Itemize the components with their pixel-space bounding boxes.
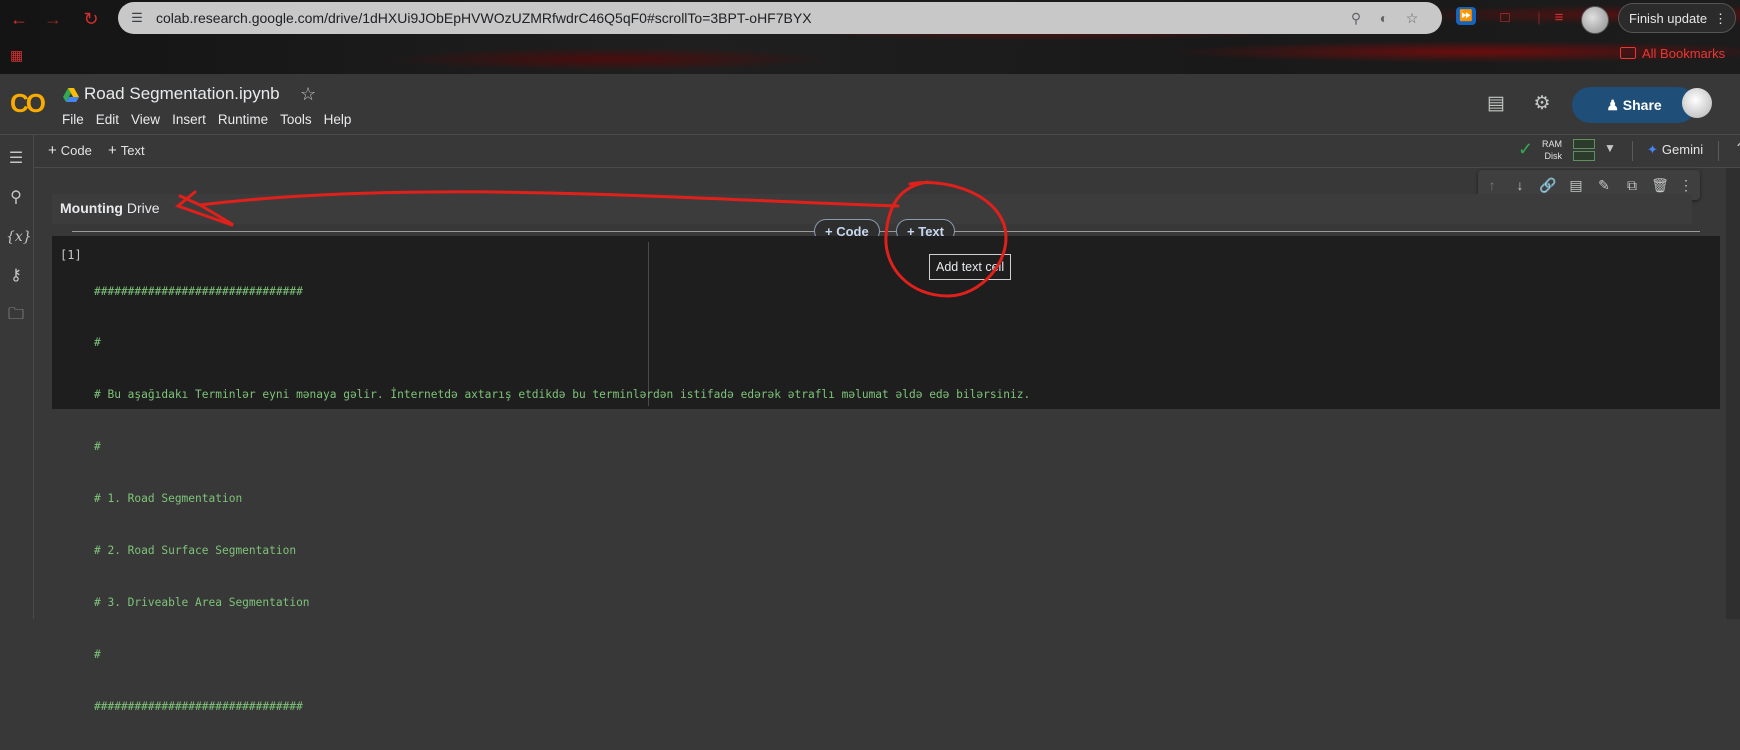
- add-code-button[interactable]: + Code: [48, 142, 92, 159]
- code-line: # Bu aşağıdakı Terminlər eyni mənaya gəl…: [94, 388, 1031, 402]
- disk-meter[interactable]: [1573, 151, 1595, 161]
- move-up-icon[interactable]: ↑: [1482, 175, 1502, 195]
- code-line: # 2. Road Surface Segmentation: [94, 544, 297, 558]
- search-icon[interactable]: ⚲: [6, 188, 26, 208]
- back-arrow-icon[interactable]: ←: [8, 8, 30, 30]
- gemini-button[interactable]: ✦ Gemini: [1647, 142, 1703, 158]
- settings-gear-icon[interactable]: ⚙: [1530, 92, 1554, 116]
- comment-icon[interactable]: ▤: [1566, 175, 1586, 195]
- colab-header: CO Road Segmentation.ipynb ☆ File Edit V…: [0, 74, 1740, 135]
- finish-update-label: Finish update: [1629, 11, 1708, 26]
- gemini-spark-icon: ✦: [1647, 142, 1658, 157]
- link-icon[interactable]: 🔗: [1538, 175, 1558, 195]
- ram-label: RAM: [1542, 139, 1562, 149]
- edit-pencil-icon[interactable]: ✎: [1594, 175, 1614, 195]
- add-text-button[interactable]: + Text: [108, 142, 145, 159]
- forward-arrow-icon[interactable]: →: [42, 8, 64, 30]
- plus-icon: +: [48, 142, 57, 159]
- user-avatar[interactable]: [1682, 88, 1712, 118]
- move-down-icon[interactable]: ↓: [1510, 175, 1530, 195]
- apps-grid-icon[interactable]: ▦: [10, 47, 26, 63]
- add-text-cell-tooltip: Add text cell: [929, 254, 1012, 280]
- google-drive-icon: [63, 88, 79, 102]
- heading-rest-text: Drive: [122, 200, 160, 216]
- all-bookmarks-link[interactable]: All Bookmarks: [1620, 46, 1725, 61]
- bookmark-star-icon[interactable]: ☆: [1402, 8, 1422, 28]
- code-line: ###############################: [94, 699, 303, 713]
- insert-cell-divider: [72, 231, 1700, 232]
- variables-icon[interactable]: {x}: [6, 227, 32, 247]
- add-text-label: Text: [120, 143, 145, 158]
- menu-tools[interactable]: Tools: [280, 112, 312, 127]
- menu-view[interactable]: View: [131, 112, 160, 127]
- reading-list-icon[interactable]: ≡: [1548, 7, 1570, 29]
- left-sidebar: ☰ ⚲ {x} ⚷ 🗀: [0, 135, 34, 619]
- chevron-up-icon[interactable]: ⌃: [1734, 139, 1740, 159]
- execution-count[interactable]: [1]: [60, 248, 82, 262]
- mirror-cell-icon[interactable]: ⧉: [1622, 175, 1642, 195]
- plus-icon: +: [108, 142, 117, 159]
- more-vert-icon[interactable]: ⋮: [1714, 4, 1727, 34]
- add-code-label: Code: [60, 143, 92, 158]
- code-line: # 3. Driveable Area Segmentation: [94, 595, 310, 609]
- menu-runtime[interactable]: Runtime: [218, 112, 268, 127]
- menu-insert[interactable]: Insert: [172, 112, 206, 127]
- code-line: ###############################: [94, 284, 303, 298]
- folder-icon: [1620, 47, 1636, 59]
- code-cell[interactable]: [1] ############################### # # …: [52, 236, 1720, 713]
- resource-labels[interactable]: RAM Disk: [1542, 138, 1562, 162]
- comment-icon[interactable]: ▤: [1484, 92, 1508, 116]
- menu-bar: File Edit View Insert Runtime Tools Help: [62, 112, 363, 127]
- code-line: #: [94, 440, 101, 454]
- share-button[interactable]: ♟ Share: [1572, 87, 1696, 123]
- share-label: Share: [1622, 97, 1662, 113]
- text-cell-heading: Mounting Drive: [60, 200, 160, 216]
- more-vert-icon[interactable]: ⋮: [1676, 175, 1696, 195]
- notebook-title[interactable]: Road Segmentation.ipynb: [84, 84, 280, 104]
- people-icon: ♟: [1606, 97, 1623, 113]
- code-editor[interactable]: ############################### # # Bu a…: [94, 248, 1030, 750]
- delete-icon[interactable]: 🗑: [1650, 175, 1670, 195]
- extension-puzzle-icon[interactable]: □: [1494, 7, 1516, 29]
- all-bookmarks-label: All Bookmarks: [1642, 46, 1726, 61]
- runtime-dropdown-icon[interactable]: ▼: [1604, 141, 1616, 155]
- menu-file[interactable]: File: [62, 112, 84, 127]
- toolbar-divider: [1632, 141, 1633, 161]
- reload-icon[interactable]: ↻: [80, 8, 102, 30]
- vertical-scrollbar[interactable]: [1726, 168, 1740, 619]
- finish-update-button[interactable]: Finish update ⋮: [1618, 3, 1736, 33]
- address-bar[interactable]: ☰ colab.research.google.com/drive/1dHXUi…: [118, 2, 1442, 34]
- toolbar-divider: [1718, 141, 1719, 161]
- browser-chrome: ← → ↻ ☰ colab.research.google.com/drive/…: [0, 0, 1740, 74]
- code-line: #: [94, 336, 101, 350]
- star-icon[interactable]: ☆: [300, 84, 316, 105]
- ram-meter[interactable]: [1573, 139, 1595, 149]
- browser-profile-avatar[interactable]: [1581, 6, 1609, 34]
- eye-off-icon[interactable]: ◐: [1374, 8, 1394, 28]
- connected-check-icon: ✓: [1518, 139, 1534, 159]
- site-settings-icon[interactable]: ☰: [128, 9, 146, 27]
- code-line: #: [94, 647, 101, 661]
- key-icon[interactable]: ⚷: [6, 266, 26, 286]
- toolbar-divider-icon: |: [1537, 10, 1541, 25]
- menu-edit[interactable]: Edit: [96, 112, 119, 127]
- zoom-icon[interactable]: ⚲: [1346, 8, 1366, 28]
- url-text[interactable]: colab.research.google.com/drive/1dHXUi9J…: [156, 10, 812, 26]
- notebook-toolbar: +Code +Text ✓ RAM Disk ▼ ✦Gemini ⌃: [34, 135, 1740, 168]
- code-line: # 1. Road Segmentation: [94, 492, 243, 506]
- heading-bold-text: Mounting: [60, 200, 123, 216]
- menu-help[interactable]: Help: [324, 112, 352, 127]
- gemini-label: Gemini: [1661, 142, 1704, 157]
- table-of-contents-icon[interactable]: ☰: [6, 149, 26, 169]
- extension-fastforward-icon[interactable]: ⏩: [1456, 7, 1476, 25]
- disk-label: Disk: [1544, 151, 1563, 161]
- colab-logo[interactable]: CO: [10, 88, 46, 119]
- folder-icon[interactable]: 🗀: [6, 305, 26, 325]
